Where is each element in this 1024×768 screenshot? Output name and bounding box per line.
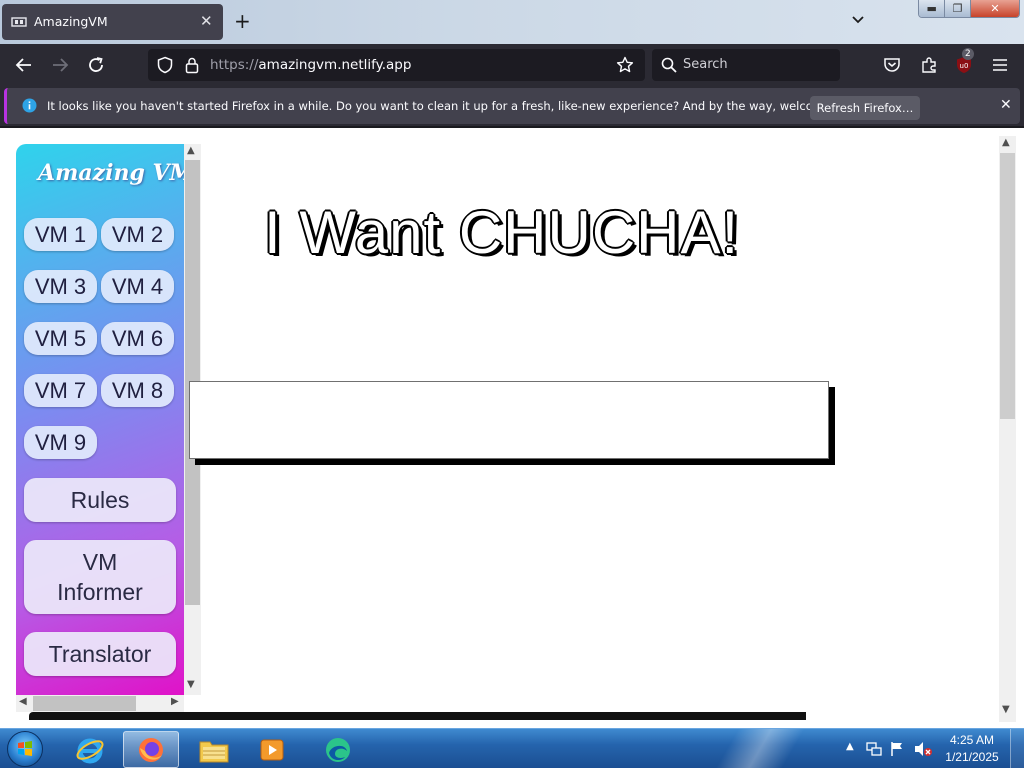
- url-host: amazingvm.netlify.app: [258, 57, 412, 73]
- refresh-firefox-button[interactable]: Refresh Firefox…: [810, 96, 920, 120]
- internet-explorer-icon: [76, 738, 104, 763]
- hamburger-menu-icon: [993, 59, 1007, 71]
- list-all-tabs-chevron-icon[interactable]: [850, 12, 866, 28]
- show-hidden-icons-icon[interactable]: ▲: [846, 741, 854, 752]
- edge-browser-icon: [326, 737, 350, 762]
- vm-8-button[interactable]: VM 8: [101, 374, 174, 407]
- tab-close-icon[interactable]: ✕: [200, 12, 213, 30]
- start-button[interactable]: [7, 731, 43, 767]
- sidebar-iframe: Amazing VM VM 1 VM 2 VM 3 VM 4 VM 5 VM 6…: [16, 144, 202, 722]
- search-placeholder: Search: [683, 57, 728, 72]
- vm-4-button[interactable]: VM 4: [101, 270, 174, 303]
- url-text[interactable]: https://amazingvm.netlify.app: [210, 57, 411, 73]
- page-headline: I Want CHUCHA!: [264, 199, 740, 266]
- clock-time[interactable]: 4:25 AM: [942, 733, 1002, 747]
- extension-badge: 2: [962, 48, 974, 60]
- forward-arrow-icon: [53, 58, 69, 72]
- refresh-firefox-notification: It looks like you haven't started Firefo…: [0, 86, 1024, 126]
- pocket-icon: [884, 58, 900, 72]
- search-bar[interactable]: Search: [652, 49, 840, 81]
- extensions-button[interactable]: [917, 53, 941, 77]
- back-button[interactable]: [12, 53, 36, 77]
- taskbar-internet-explorer[interactable]: [62, 731, 118, 768]
- new-tab-button[interactable]: +: [234, 9, 251, 33]
- maximize-button[interactable]: ❐: [944, 0, 970, 17]
- firefox-icon: [139, 737, 163, 762]
- scroll-left-arrow-icon[interactable]: ◀: [19, 696, 27, 707]
- vm-informer-button[interactable]: VM Informer: [24, 540, 176, 614]
- vm-9-button[interactable]: VM 9: [24, 426, 97, 459]
- scroll-down-arrow-icon[interactable]: ▼: [187, 679, 195, 690]
- taskbar-file-explorer[interactable]: [186, 731, 242, 768]
- taskbar-edge[interactable]: [310, 731, 366, 768]
- forward-button[interactable]: [48, 53, 72, 77]
- taskbar-firefox[interactable]: [123, 731, 179, 768]
- back-arrow-icon: [15, 58, 31, 72]
- notification-close-icon[interactable]: ✕: [1000, 97, 1012, 113]
- vm-3-button[interactable]: VM 3: [24, 270, 97, 303]
- vm-5-button[interactable]: VM 5: [24, 322, 97, 355]
- app-menu-button[interactable]: [988, 53, 1012, 77]
- url-bar[interactable]: https://amazingvm.netlify.app: [148, 49, 645, 81]
- window-controls: ▬ ❐ ✕: [918, 0, 1020, 18]
- web-page: Amazing VM VM 1 VM 2 VM 3 VM 4 VM 5 VM 6…: [0, 128, 1024, 728]
- notification-message: It looks like you haven't started Firefo…: [47, 99, 867, 113]
- system-tray: ▲ 4:25 AM 1/21/2025: [842, 729, 1024, 768]
- sidebar-hscroll-thumb[interactable]: [33, 696, 136, 711]
- sidebar-horizontal-scrollbar[interactable]: ◀ ▶: [16, 695, 184, 712]
- volume-muted-icon[interactable]: [914, 741, 932, 757]
- show-desktop-button[interactable]: [1010, 729, 1024, 768]
- tracking-protection-shield-icon[interactable]: [156, 56, 174, 74]
- reload-button[interactable]: [84, 53, 108, 77]
- rules-button[interactable]: Rules: [24, 478, 176, 522]
- sidebar: Amazing VM VM 1 VM 2 VM 3 VM 4 VM 5 VM 6…: [16, 144, 184, 695]
- url-protocol: https://: [210, 57, 259, 73]
- vm-informer-label-line1: VM: [82, 549, 118, 575]
- lock-icon[interactable]: [184, 56, 200, 74]
- page-scroll-down-arrow-icon[interactable]: ▼: [1002, 704, 1010, 715]
- site-favicon-icon: [11, 17, 27, 27]
- folder-icon: [199, 741, 229, 762]
- scroll-right-arrow-icon[interactable]: ▶: [171, 696, 179, 707]
- page-scroll-up-arrow-icon[interactable]: ▲: [1002, 137, 1010, 148]
- search-icon: [661, 57, 677, 73]
- vm-7-button[interactable]: VM 7: [24, 374, 97, 407]
- page-scroll-thumb[interactable]: [1000, 153, 1015, 419]
- notification-panel: It looks like you haven't started Firefo…: [4, 88, 1020, 124]
- puzzle-piece-icon: [922, 57, 936, 73]
- tab-title: AmazingVM: [34, 14, 108, 29]
- taskbar-media-player[interactable]: [244, 731, 300, 768]
- vm-2-button[interactable]: VM 2: [101, 218, 174, 251]
- content-box[interactable]: [189, 381, 829, 459]
- bookmark-star-icon[interactable]: [616, 56, 634, 74]
- site-logo: Amazing VM: [38, 160, 184, 186]
- reload-icon: [89, 57, 103, 72]
- svg-text:u0: u0: [960, 62, 969, 70]
- close-window-button[interactable]: ✕: [969, 0, 1019, 17]
- translator-button[interactable]: Translator: [24, 632, 176, 676]
- media-player-icon: [260, 739, 284, 760]
- vm-informer-label-line2: Informer: [57, 579, 143, 605]
- ublock-extension-button[interactable]: u0 2: [952, 48, 976, 77]
- minimize-button[interactable]: ▬: [919, 0, 945, 17]
- info-icon: [22, 98, 37, 113]
- windows-logo-icon: [18, 741, 32, 756]
- page-vertical-scrollbar[interactable]: ▲ ▼: [999, 136, 1016, 722]
- action-center-flag-icon[interactable]: [890, 741, 904, 757]
- clock-date[interactable]: 1/21/2025: [939, 750, 1005, 764]
- vm-1-button[interactable]: VM 1: [24, 218, 97, 251]
- tab-amazingvm[interactable]: AmazingVM ✕: [2, 4, 223, 40]
- windows-taskbar: ▲ 4:25 AM 1/21/2025: [0, 728, 1024, 768]
- bottom-black-bar: [29, 712, 806, 720]
- taskbar-glow: [700, 729, 820, 768]
- pocket-button[interactable]: [880, 53, 904, 77]
- scroll-up-arrow-icon[interactable]: ▲: [187, 145, 195, 156]
- navigation-toolbar: https://amazingvm.netlify.app Search u0 …: [0, 44, 1024, 86]
- vm-6-button[interactable]: VM 6: [101, 322, 174, 355]
- network-icon[interactable]: [866, 741, 882, 757]
- tab-strip: AmazingVM ✕ + ▬ ❐ ✕: [0, 0, 1024, 44]
